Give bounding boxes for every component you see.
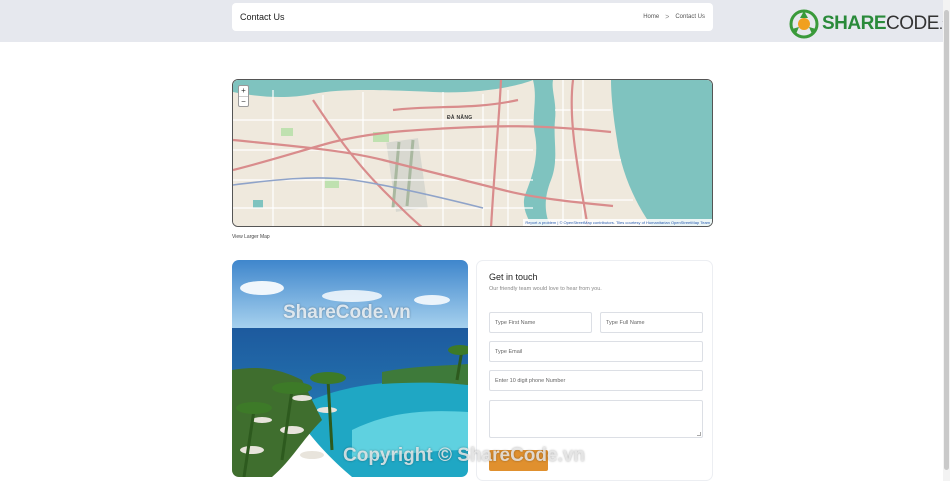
logo-icon	[789, 9, 819, 39]
logo-text: SHARECODE.vn	[822, 13, 950, 34]
first-name-field[interactable]: Type First Name	[489, 312, 592, 333]
map-zoom-control: + −	[238, 85, 249, 107]
photo-watermark: ShareCode.vn	[283, 302, 411, 323]
breadcrumb: Home > Contact Us	[643, 14, 705, 21]
full-name-field[interactable]: Type Full Name	[600, 312, 703, 333]
map-tiles	[233, 80, 712, 226]
view-larger-map-link[interactable]: View Larger Map	[232, 234, 270, 240]
attribution-text: | © OpenStreetMap contributors. Tiles co…	[556, 220, 710, 225]
map-embed[interactable]: + − ĐÀ NẴNG Report a problem | © OpenStr…	[232, 79, 713, 227]
form-title: Get in touch	[489, 272, 538, 282]
email-field[interactable]: Type Email	[489, 341, 703, 362]
map-city-label: ĐÀ NẴNG	[447, 115, 473, 121]
sharecode-logo: SHARECODE.vn	[789, 9, 950, 39]
resize-handle-icon[interactable]	[697, 432, 701, 436]
breadcrumb-home[interactable]: Home	[643, 14, 659, 20]
form-subtitle: Our friendly team would love to hear fro…	[489, 286, 602, 292]
chevron-right-icon: >	[665, 13, 670, 21]
page-title: Contact Us	[240, 12, 285, 22]
page-header: Contact Us Home > Contact Us	[232, 3, 713, 31]
zoom-in-button[interactable]: +	[239, 86, 248, 96]
zoom-out-button[interactable]: −	[239, 96, 248, 106]
breadcrumb-current: Contact Us	[675, 14, 705, 20]
message-textarea[interactable]	[489, 400, 703, 438]
scrollbar-thumb[interactable]	[944, 10, 949, 470]
map-attribution: Report a problem | © OpenStreetMap contr…	[523, 219, 712, 226]
phone-field[interactable]: Enter 10 digit phone Number	[489, 370, 703, 391]
footer-watermark: Copyright © ShareCode.vn	[343, 445, 586, 466]
report-problem-link[interactable]: Report a problem	[525, 220, 556, 225]
